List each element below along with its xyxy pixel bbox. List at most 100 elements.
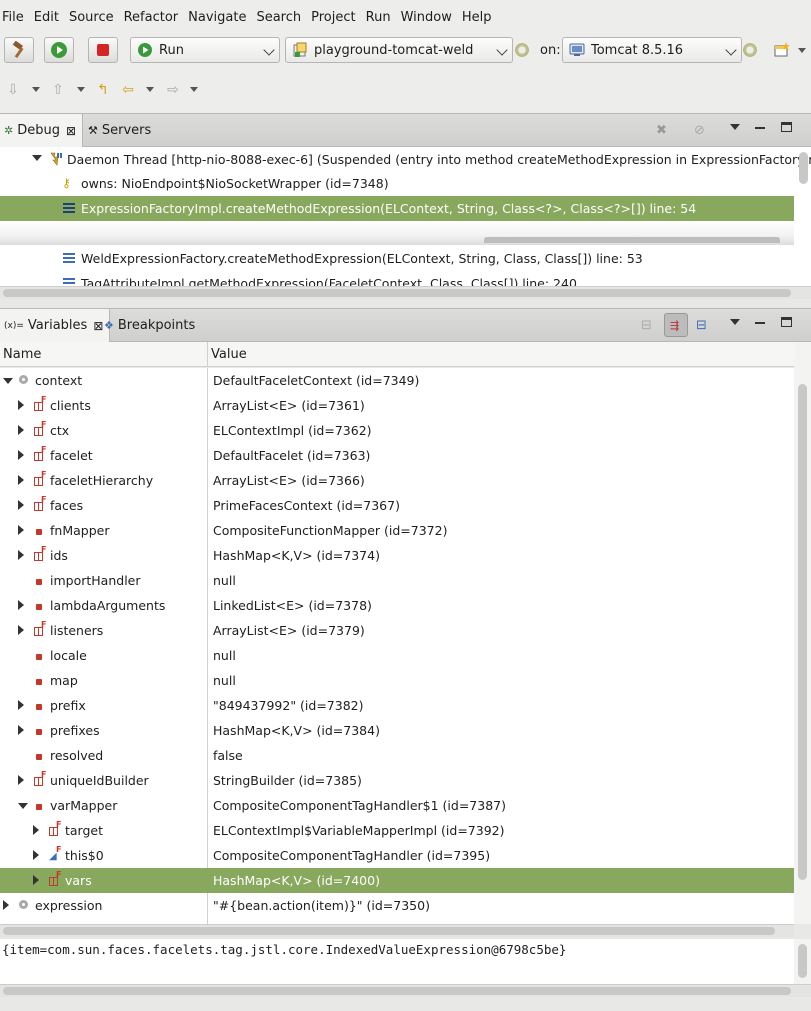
expanded-toggle-icon[interactable] — [18, 803, 28, 809]
view-menu-icon[interactable] — [730, 319, 740, 325]
collapsed-toggle-icon[interactable] — [18, 775, 24, 785]
collapsed-toggle-icon[interactable] — [33, 850, 39, 860]
minimize-icon[interactable] — [755, 127, 765, 129]
variable-row-vars[interactable]: Fvars HashMap<K,V> (id=7400) — [0, 868, 794, 893]
launch-config-gear-icon[interactable] — [514, 42, 530, 58]
menu-run[interactable]: Run — [364, 10, 397, 25]
new-folder-icon[interactable] — [774, 42, 790, 58]
minimize-icon[interactable] — [755, 322, 765, 324]
variable-row-prefixes[interactable]: prefixes HashMap<K,V> (id=7384) — [0, 718, 794, 743]
collapsed-toggle-icon[interactable] — [18, 600, 24, 610]
menu-search[interactable]: Search — [254, 10, 307, 25]
menu-file[interactable]: File — [0, 10, 30, 25]
collapsed-toggle-icon[interactable] — [18, 400, 24, 410]
variable-row-fnmapper[interactable]: fnMapper CompositeFunctionMapper (id=7372… — [0, 518, 794, 543]
start-server-button[interactable] — [44, 37, 74, 63]
debug-tree-row-stack-frame[interactable]: WeldExpressionFactory.createMethodExpres… — [0, 246, 794, 271]
launch-mode-combo[interactable]: Run — [130, 37, 280, 63]
variable-row-faces[interactable]: Ffaces PrimeFacesContext (id=7367) — [0, 493, 794, 518]
menu-project[interactable]: Project — [309, 10, 361, 25]
show-type-names-icon[interactable]: ⊟ — [641, 318, 652, 333]
chevron-down-icon[interactable] — [32, 87, 40, 92]
variable-row-this0[interactable]: ◢ F this$0 CompositeComponentTagHandler (id… — [0, 843, 794, 868]
collapsed-toggle-icon[interactable] — [18, 625, 24, 635]
menu-edit[interactable]: Edit — [32, 10, 65, 25]
variable-row-locale[interactable]: locale null — [0, 643, 794, 668]
variable-row-expression[interactable]: expression "#{bean.action(item)}" (id=735… — [0, 893, 794, 918]
tab-breakpoints[interactable]: ❖ Breakpoints — [100, 309, 201, 342]
launch-target-gear-icon[interactable] — [742, 42, 758, 58]
debug-tree-row-owns[interactable]: ⚷ owns: NioEndpoint$NioSocketWrapper (id… — [0, 171, 794, 196]
debug-horizontal-scrollbar[interactable] — [0, 286, 811, 299]
debug-tree-row-stack-frame[interactable]: ExpressionFactoryImpl.createMethodExpres… — [0, 196, 794, 221]
variable-detail-pane[interactable]: {item=com.sun.faces.facelets.tag.jstl.co… — [0, 939, 794, 984]
variable-row-clients[interactable]: Fclients ArrayList<E> (id=7361) — [0, 393, 794, 418]
variable-row-prefix[interactable]: prefix "849437992" (id=7382) — [0, 693, 794, 718]
collapsed-toggle-icon[interactable] — [3, 900, 9, 910]
variable-row-importhandler[interactable]: importHandler null — [0, 568, 794, 593]
back-arrow-icon[interactable]: ⇦ — [120, 82, 136, 98]
launch-target-combo[interactable]: Tomcat 8.5.16 — [562, 37, 742, 63]
variables-horizontal-scrollbar[interactable] — [0, 924, 794, 937]
debug-tree-row-thread[interactable]: Daemon Thread [http-nio-8088-exec-6] (Su… — [0, 147, 811, 172]
variable-row-resolved[interactable]: resolved false — [0, 743, 794, 768]
chevron-down-icon[interactable] — [798, 48, 806, 53]
collapsed-toggle-icon[interactable] — [33, 875, 39, 885]
column-header-value[interactable]: Value — [211, 347, 247, 362]
debug-hscroll-thumb[interactable] — [3, 289, 791, 297]
detail-hscroll-thumb[interactable] — [3, 987, 791, 995]
maximize-icon[interactable] — [781, 317, 792, 327]
column-header-name[interactable]: Name — [3, 347, 41, 362]
collapsed-toggle-icon[interactable] — [18, 450, 24, 460]
menu-navigate[interactable]: Navigate — [186, 10, 252, 25]
chevron-down-icon[interactable] — [146, 87, 154, 92]
menu-window[interactable]: Window — [399, 10, 458, 25]
maximize-icon[interactable] — [781, 122, 792, 132]
variable-row-context[interactable]: context DefaultFaceletContext (id=7349) — [0, 368, 794, 393]
column-divider[interactable] — [207, 342, 208, 367]
collapsed-toggle-icon[interactable] — [18, 725, 24, 735]
expand-toggle-icon[interactable] — [32, 155, 42, 161]
chevron-down-icon[interactable] — [77, 87, 85, 92]
view-menu-icon[interactable] — [730, 124, 740, 130]
menu-source[interactable]: Source — [67, 10, 120, 25]
variables-vertical-scrollbar[interactable] — [798, 384, 807, 880]
debug-vertical-scrollbar[interactable] — [799, 152, 808, 184]
variable-row-facelet[interactable]: Ffacelet DefaultFacelet (id=7363) — [0, 443, 794, 468]
forward-arrow-icon[interactable]: ⇨ — [165, 82, 181, 98]
variable-row-ids[interactable]: Fids HashMap<K,V> (id=7374) — [0, 543, 794, 568]
tab-servers[interactable]: ⚒ Servers — [84, 114, 157, 147]
variable-row-uniqueidbuilder[interactable]: FuniqueIdBuilder StringBuilder (id=7385) — [0, 768, 794, 793]
last-edit-location-icon[interactable]: ↰ — [95, 82, 111, 98]
build-hammer-button[interactable] — [4, 37, 34, 63]
variable-row-ctx[interactable]: Fctx ELContextImpl (id=7362) — [0, 418, 794, 443]
variable-row-map[interactable]: map null — [0, 668, 794, 693]
stop-server-button[interactable] — [88, 37, 118, 63]
collapsed-toggle-icon[interactable] — [18, 550, 24, 560]
collapsed-toggle-icon[interactable] — [18, 700, 24, 710]
menu-help[interactable]: Help — [460, 10, 498, 25]
menu-refactor[interactable]: Refactor — [122, 10, 185, 25]
variable-row-varmapper[interactable]: varMapper CompositeComponentTagHandler$1 … — [0, 793, 794, 818]
close-icon[interactable]: ⊠ — [66, 124, 76, 138]
launch-configuration-combo[interactable]: playground-tomcat-weld — [285, 37, 513, 63]
collapse-all-icon[interactable]: ⊟ — [696, 318, 707, 333]
detail-horizontal-scrollbar[interactable] — [0, 984, 811, 997]
variable-row-listeners[interactable]: Flisteners ArrayList<E> (id=7379) — [0, 618, 794, 643]
variable-row-lambdaarguments[interactable]: lambdaArguments LinkedList<E> (id=7378) — [0, 593, 794, 618]
skip-breakpoints-icon[interactable]: ⊘ — [694, 123, 705, 138]
collapsed-toggle-icon[interactable] — [18, 475, 24, 485]
collapsed-toggle-icon[interactable] — [18, 425, 24, 435]
next-annotation-icon[interactable]: ⇩ — [5, 82, 21, 98]
collapsed-toggle-icon[interactable] — [33, 825, 39, 835]
variable-row-facelethierarchy[interactable]: FfaceletHierarchy ArrayList<E> (id=7366) — [0, 468, 794, 493]
show-logical-structure-button[interactable]: ⇶ — [664, 313, 688, 337]
expanded-toggle-icon[interactable] — [3, 378, 13, 384]
detail-vertical-scrollbar[interactable] — [798, 944, 807, 978]
tab-debug[interactable]: ✲ Debug ⊠ — [0, 114, 84, 147]
variables-hscroll-thumb[interactable] — [3, 927, 775, 935]
variable-row-target[interactable]: Ftarget ELContextImpl$VariableMapperImpl … — [0, 818, 794, 843]
collapsed-toggle-icon[interactable] — [18, 525, 24, 535]
collapsed-toggle-icon[interactable] — [18, 500, 24, 510]
tab-variables[interactable]: (x)= Variables ⊠ — [0, 309, 111, 342]
